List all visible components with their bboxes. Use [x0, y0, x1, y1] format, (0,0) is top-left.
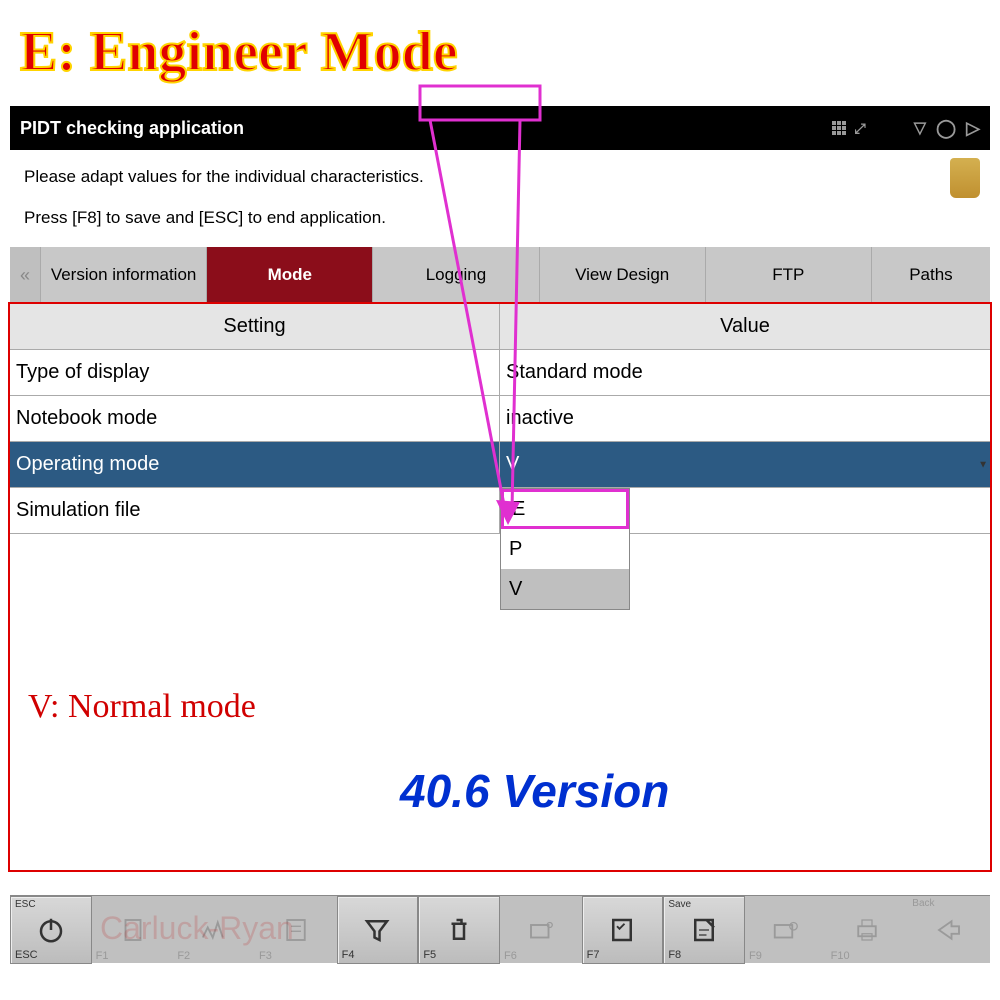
setting-cell: Type of display — [10, 350, 500, 395]
overlay-normal-mode: V: Normal mode — [28, 688, 256, 726]
f9-label: F9 — [749, 950, 762, 962]
tab-mode[interactable]: Mode — [206, 247, 372, 303]
f7-button[interactable]: F7 — [582, 896, 664, 964]
f10-label: F10 — [831, 950, 850, 962]
circle-icon[interactable]: ◯ — [936, 118, 956, 139]
setting-cell: Notebook mode — [10, 396, 500, 441]
checklist-icon — [607, 915, 637, 945]
f2-button: F2 — [173, 896, 255, 964]
f1-button: F1 — [92, 896, 174, 964]
setting-cell: Operating mode — [10, 442, 500, 487]
value-cell[interactable]: Standard mode — [500, 350, 990, 395]
app-title: PIDT checking application — [20, 118, 244, 139]
power-icon — [36, 915, 66, 945]
f3-label: F3 — [259, 950, 272, 962]
titlebar-icons: ⤢ ▽ ◯ ▷ — [832, 118, 980, 139]
back-arrow-icon — [934, 915, 964, 945]
f3-button: F3 — [255, 896, 337, 964]
f4-label: F4 — [342, 949, 355, 961]
document-icon — [118, 915, 148, 945]
function-toolbar: ESC ESC F1 F2 F3 F4 F5 F6 F7 Save F8 F9 — [10, 895, 990, 963]
save-top-label: Save — [668, 899, 691, 910]
play-icon[interactable]: ▷ — [966, 118, 980, 139]
printer-icon — [852, 915, 882, 945]
table-row-selected[interactable]: Operating mode V ▼ — [10, 442, 990, 488]
f5-label: F5 — [423, 949, 436, 961]
engine-icon — [526, 915, 556, 945]
table-row[interactable]: Notebook mode inactive — [10, 396, 990, 442]
f6-button: F6 — [500, 896, 582, 964]
instruction-area: Please adapt values for the individual c… — [10, 150, 990, 247]
esc-button[interactable]: ESC ESC — [10, 896, 92, 964]
expand-icon[interactable]: ⤢ — [854, 120, 863, 137]
f4-button[interactable]: F4 — [337, 896, 419, 964]
tab-view-design[interactable]: View Design — [539, 247, 705, 303]
dropdown-option-v[interactable]: V — [501, 569, 629, 609]
instruction-line-1: Please adapt values for the individual c… — [24, 162, 976, 193]
f10-button: F10 — [827, 896, 909, 964]
f8-label: F8 — [668, 949, 681, 961]
back-top-label: Back — [912, 898, 934, 909]
selected-value: V — [506, 453, 519, 476]
esc-top-label: ESC — [15, 899, 36, 910]
value-cell[interactable]: inactive — [500, 396, 990, 441]
save-button[interactable]: Save F8 — [663, 896, 745, 964]
header-setting: Setting — [10, 304, 500, 349]
tab-scroll-left[interactable]: « — [10, 247, 40, 303]
trash-icon — [444, 915, 474, 945]
diagnose-icon — [771, 915, 801, 945]
f5-button[interactable]: F5 — [418, 896, 500, 964]
save-note-icon — [689, 915, 719, 945]
dropdown-option-e[interactable]: E — [501, 489, 629, 529]
tab-version-information[interactable]: Version information — [40, 247, 206, 303]
dropdown-list[interactable]: E P V — [500, 488, 630, 610]
content-area: Setting Value Type of display Standard m… — [10, 303, 990, 534]
setting-cell: Simulation file — [10, 488, 500, 533]
grid-icon[interactable] — [832, 121, 846, 135]
overlay-title: E: Engineer Mode — [20, 20, 458, 84]
titlebar: PIDT checking application ⤢ ▽ ◯ ▷ — [10, 106, 990, 150]
tab-logging[interactable]: Logging — [372, 247, 538, 303]
tab-bar: « Version information Mode Logging View … — [10, 247, 990, 303]
table-header: Setting Value — [10, 304, 990, 350]
f7-label: F7 — [587, 949, 600, 961]
chevron-down-icon[interactable]: ▼ — [978, 459, 988, 470]
dropdown-option-p[interactable]: P — [501, 529, 629, 569]
tab-ftp[interactable]: FTP — [705, 247, 871, 303]
brand-crest-icon — [950, 158, 980, 198]
zigzag-icon — [199, 915, 229, 945]
funnel-icon — [362, 915, 392, 945]
f2-label: F2 — [177, 950, 190, 962]
f6-label: F6 — [504, 950, 517, 962]
value-cell-dropdown[interactable]: V ▼ — [500, 442, 990, 487]
instruction-line-2: Press [F8] to save and [ESC] to end appl… — [24, 203, 976, 234]
back-button: Back — [908, 896, 990, 964]
app-window: PIDT checking application ⤢ ▽ ◯ ▷ Please… — [10, 106, 990, 534]
header-value: Value — [500, 304, 990, 349]
esc-bot-label: ESC — [15, 949, 38, 961]
f1-label: F1 — [96, 950, 109, 962]
table-row[interactable]: Type of display Standard mode — [10, 350, 990, 396]
tab-paths[interactable]: Paths — [871, 247, 990, 303]
f9-button: F9 — [745, 896, 827, 964]
filter-icon[interactable]: ▽ — [914, 118, 926, 138]
overlay-version: 40.6 Version — [400, 764, 669, 818]
page-icon — [281, 915, 311, 945]
